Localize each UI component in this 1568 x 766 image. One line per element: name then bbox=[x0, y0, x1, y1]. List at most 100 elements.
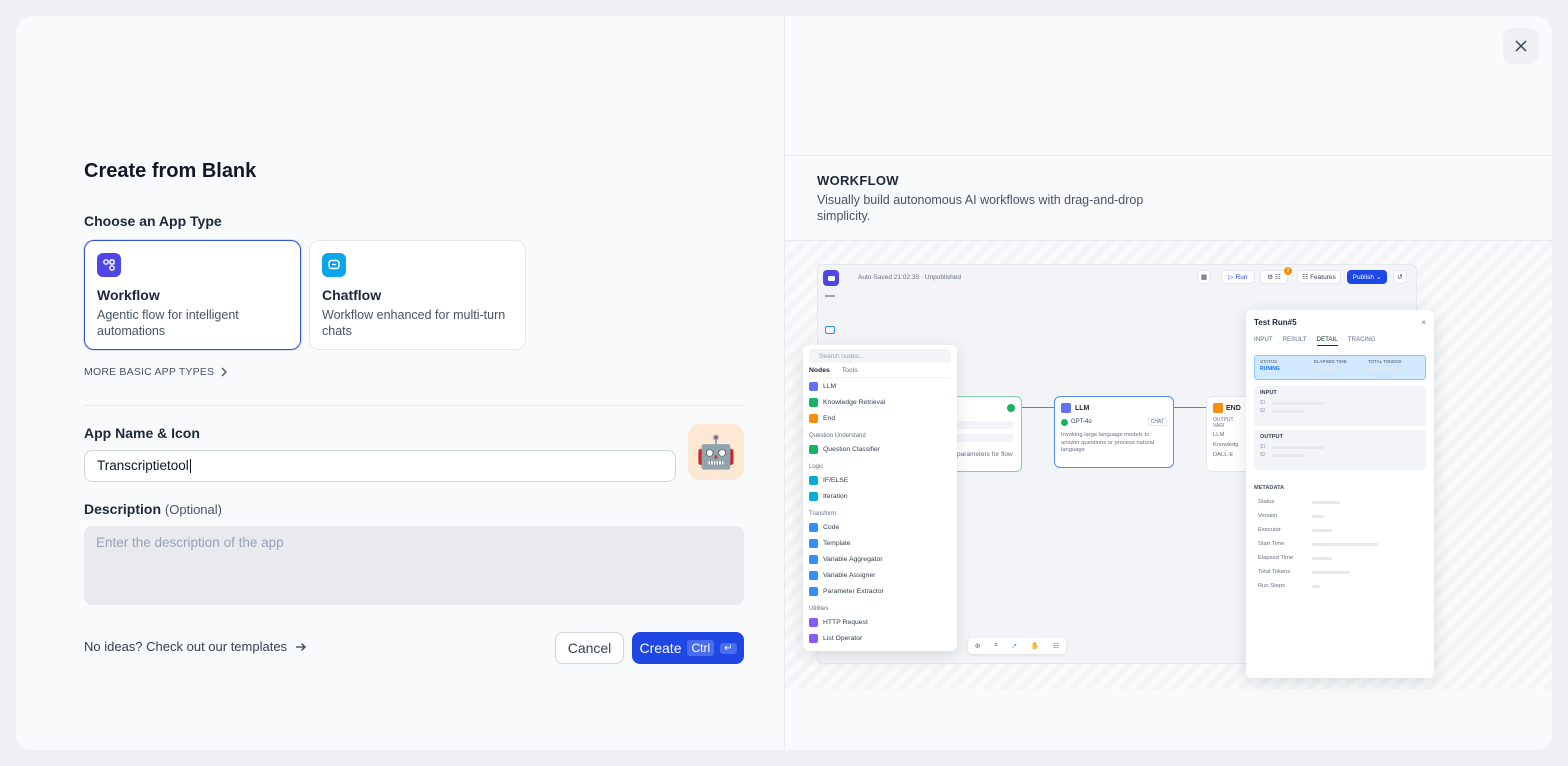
elapsed-label: ELAPSED TIME bbox=[1314, 359, 1347, 364]
input-title: INPUT bbox=[1260, 390, 1277, 396]
chatflow-icon bbox=[322, 253, 346, 277]
input-section: INPUT $1 $2 bbox=[1254, 386, 1426, 426]
sidebar-icon bbox=[825, 295, 835, 297]
output-title: OUTPUT bbox=[1260, 434, 1283, 440]
node-type-icon bbox=[809, 491, 818, 501]
var-label: $1 bbox=[1260, 444, 1266, 450]
picker-item-label: Variable Assigner bbox=[823, 571, 876, 579]
close-icon bbox=[1515, 40, 1527, 52]
arrow-right-icon bbox=[296, 642, 306, 651]
node-type-icon bbox=[809, 475, 818, 485]
more-app-types-link[interactable]: MORE BASIC APP TYPES bbox=[84, 366, 228, 378]
cancel-button[interactable]: Cancel bbox=[555, 632, 624, 664]
metadata-label: Total Tokens bbox=[1258, 569, 1291, 575]
app-type-card-workflow[interactable]: Workflow Agentic flow for intelligent au… bbox=[84, 240, 301, 350]
trace-header: Test Run#5 × bbox=[1254, 318, 1426, 327]
node-search-input: Search nodes... bbox=[809, 349, 951, 363]
form-panel: Create from Blank Choose an App Type Wor… bbox=[16, 16, 784, 750]
app-type-label: Choose an App Type bbox=[84, 213, 222, 229]
run-button: ▷ Run bbox=[1221, 270, 1255, 284]
success-check-icon bbox=[1007, 404, 1015, 412]
picker-item: Code bbox=[809, 519, 951, 535]
node-type-icon bbox=[809, 586, 818, 596]
picker-item-label: LLM bbox=[823, 382, 837, 390]
notification-badge: 2 bbox=[1284, 267, 1292, 275]
picker-item-label: Template bbox=[823, 539, 851, 547]
workflow-preview-image: Auto-Saved 21:02:35 · Unpublished ▦ ▷ Ru… bbox=[785, 241, 1552, 689]
metadata-value-placeholder bbox=[1312, 514, 1324, 518]
picker-item: HTTP Request bbox=[809, 614, 951, 630]
output-section: OUTPUT $1 $2 bbox=[1254, 430, 1426, 470]
llm-desc: Invoking large language models to answer… bbox=[1061, 432, 1155, 453]
status-label: STATUS bbox=[1260, 359, 1278, 364]
picker-item: Iteration bbox=[809, 488, 951, 504]
robot-icon: 🤖 bbox=[696, 434, 736, 470]
metadata-row: Elapsed Time bbox=[1258, 551, 1426, 565]
metadata-label: Elapsed Time bbox=[1258, 555, 1294, 561]
app-name-value: Transcriptietool bbox=[97, 458, 189, 473]
canvas-toolbar: ⊕ ⌗ ➚ ✋ ☷ bbox=[968, 638, 1066, 654]
node-type-icon bbox=[809, 554, 818, 564]
llm-mode: CHAT bbox=[1147, 418, 1167, 426]
description-textarea[interactable]: Enter the description of the app bbox=[84, 526, 744, 605]
picker-item-label: End bbox=[823, 414, 836, 422]
var-label: $2 bbox=[1260, 408, 1266, 414]
trace-tabs: INPUT RESULT DETAIL TRACING bbox=[1254, 336, 1426, 346]
picker-item-label: Question Classifier bbox=[823, 445, 881, 453]
create-button[interactable]: Create Ctrl ↵ bbox=[632, 632, 744, 664]
picker-tabs: Nodes Tools bbox=[809, 367, 951, 378]
picker-item: Parameter Extractor bbox=[809, 583, 951, 599]
trace-panel: Test Run#5 × INPUT RESULT DETAIL TRACING … bbox=[1246, 310, 1434, 678]
features-button: ☷ Features bbox=[1297, 270, 1341, 284]
llm-node: LLM GPT-4o CHAT Invoking large language m… bbox=[1054, 396, 1174, 468]
metadata-label: Run Steps bbox=[1258, 583, 1286, 589]
metadata-row: Total Tokens bbox=[1258, 565, 1426, 579]
metadata-value-placeholder bbox=[1312, 584, 1320, 588]
end-node-sub: OUTPUT VARI bbox=[1213, 417, 1234, 429]
status-value: RUNING bbox=[1260, 366, 1280, 372]
node-type-icon bbox=[809, 633, 818, 643]
page-title: Create from Blank bbox=[84, 160, 257, 182]
metadata-list: Status Version Executor Start Time Elapsed T… bbox=[1254, 495, 1426, 593]
node-type-icon bbox=[809, 413, 818, 423]
description-label: Description (Optional) bbox=[84, 501, 222, 517]
metadata-value-placeholder bbox=[1312, 528, 1332, 532]
divider bbox=[785, 155, 1552, 156]
text-caret bbox=[189, 459, 191, 474]
app-type-card-chatflow[interactable]: Chatflow Workflow enhanced for multi-tur… bbox=[309, 240, 526, 350]
metadata-title: METADATA bbox=[1254, 485, 1285, 491]
history-icon: ↺ bbox=[1393, 270, 1407, 284]
metadata-value-placeholder bbox=[1312, 570, 1350, 574]
preview-desc: Visually build autonomous AI workflows w… bbox=[817, 193, 1144, 223]
metadata-row: Version bbox=[1258, 509, 1426, 523]
picker-item-label: Variable Aggregator bbox=[823, 555, 883, 563]
picker-group-label: Transform bbox=[809, 511, 837, 517]
app-icon-picker[interactable]: 🤖 bbox=[688, 424, 744, 480]
node-type-icon bbox=[809, 538, 818, 548]
node-type-icon bbox=[809, 444, 818, 454]
picker-item: LLM bbox=[809, 378, 951, 394]
picker-item-label: Knowledge Retrieval bbox=[823, 398, 886, 406]
end-icon bbox=[1213, 403, 1223, 413]
metadata-row: Status bbox=[1258, 495, 1426, 509]
templates-link[interactable]: No ideas? Check out our templates bbox=[84, 639, 307, 654]
divider bbox=[84, 405, 744, 406]
picker-item-label: Iteration bbox=[823, 492, 848, 500]
name-icon-label: App Name & Icon bbox=[84, 425, 200, 441]
picker-item: Knowledge Retrieval bbox=[809, 394, 951, 410]
trace-tab: RESULT bbox=[1282, 336, 1307, 343]
metadata-row: Run Steps bbox=[1258, 579, 1426, 593]
app-name-input[interactable]: Transcriptietool bbox=[84, 450, 676, 482]
picker-group-label: Logic bbox=[809, 464, 824, 470]
metadata-row: Start Time bbox=[1258, 537, 1426, 551]
toolbar-icon: ▦ bbox=[1197, 270, 1211, 284]
metadata-value-placeholder bbox=[1312, 500, 1340, 504]
llm-node-title: LLM bbox=[1075, 404, 1090, 412]
publish-button: Publish ⌄ bbox=[1347, 270, 1387, 284]
chevron-right-icon bbox=[221, 367, 228, 377]
close-button[interactable] bbox=[1503, 28, 1539, 64]
end-node-title: END bbox=[1226, 404, 1241, 412]
start-node-text: parameters for flow bbox=[957, 451, 1013, 458]
card-desc: Workflow enhanced for multi-turn chats bbox=[322, 308, 506, 338]
metadata-row: Executor bbox=[1258, 523, 1426, 537]
